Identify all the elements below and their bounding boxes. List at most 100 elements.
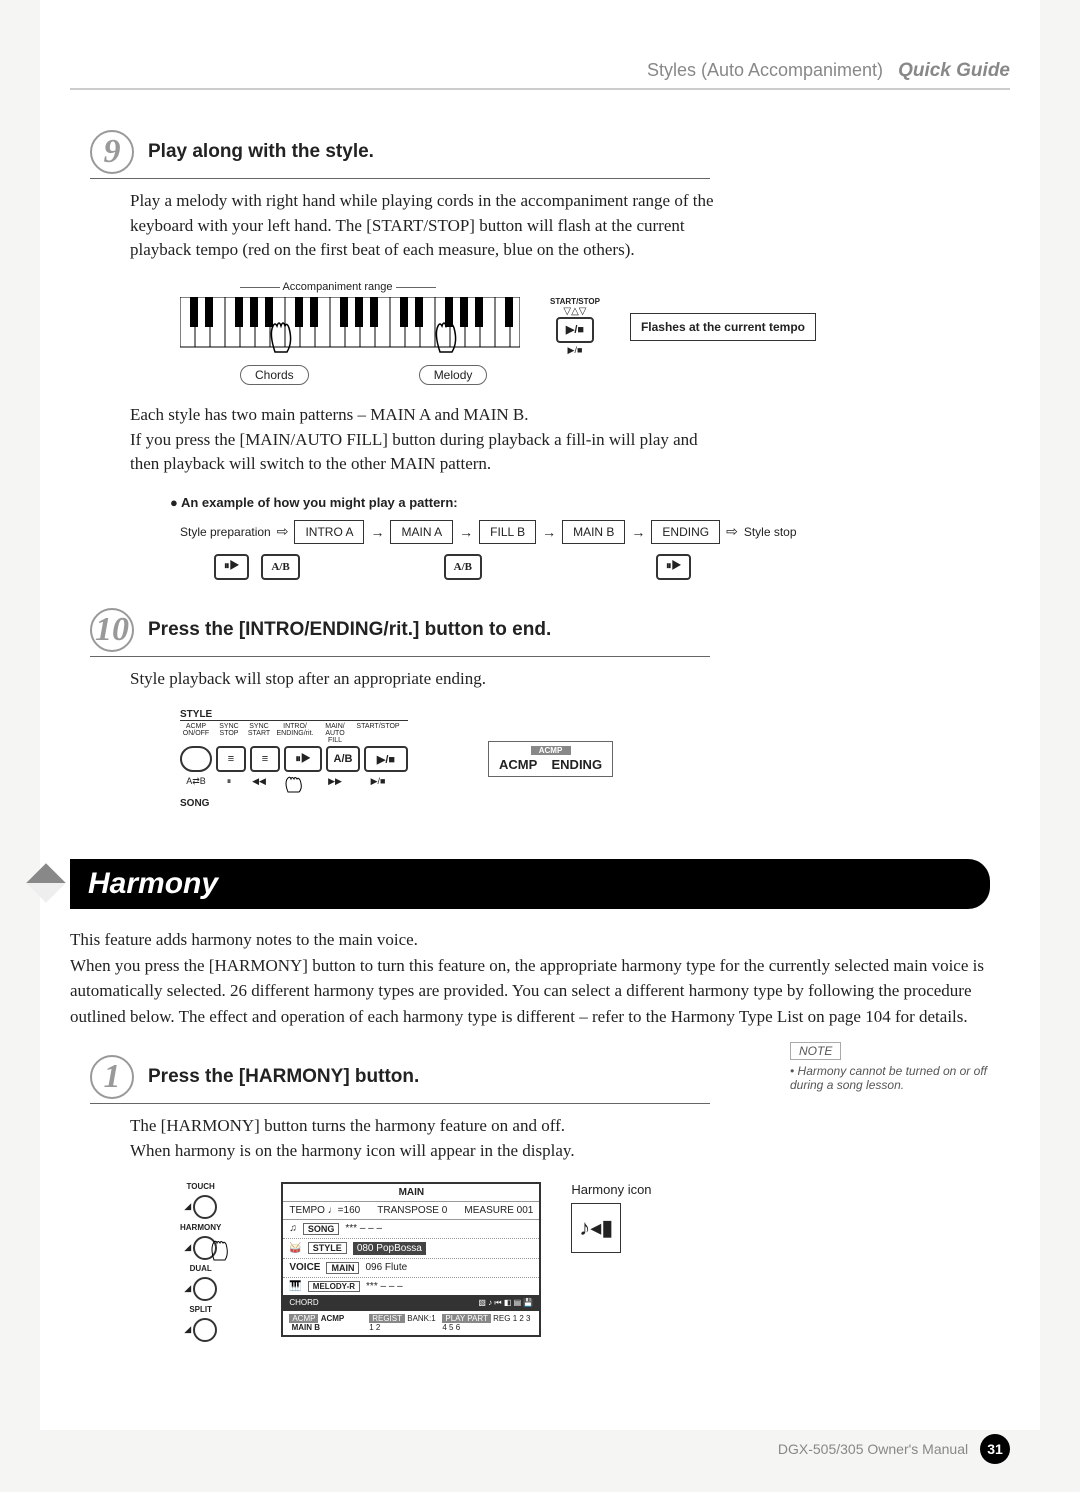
ending-text: ENDING xyxy=(552,757,603,772)
main-autofill-button[interactable]: A/B xyxy=(326,746,360,772)
note-label: NOTE xyxy=(790,1042,841,1060)
page-number: 31 xyxy=(980,1434,1010,1464)
acmp-onoff-button[interactable] xyxy=(180,746,212,772)
lcd-transpose: TRANSPOSE 0 xyxy=(377,1205,447,1216)
main-a-box: MAIN A xyxy=(390,520,453,544)
harmony-button-diagram: TOUCH ◢ HARMONY ◢ DUAL ◢ SPLIT ◢ MAIN TE… xyxy=(180,1182,1010,1342)
lcd-main-label: MAIN xyxy=(283,1184,539,1202)
style-stop-label: Style stop xyxy=(744,525,797,539)
acmp-text: ACMP xyxy=(499,757,537,772)
arepeat-label: A⇄B xyxy=(180,776,212,796)
playpart-badge: PLAY PART xyxy=(442,1314,491,1323)
lcd-style-value: 080 PopBossa xyxy=(353,1242,426,1255)
harmony-body-text: This feature adds harmony notes to the m… xyxy=(70,927,990,1029)
ab-button-row: ⏸▶ A/B A/B ⏸▶ xyxy=(214,554,1010,580)
regist-badge: REGIST xyxy=(369,1314,405,1323)
knob-label-harmony: HARMONY xyxy=(180,1223,221,1232)
step-10-heading: 10 Press the [INTRO/ENDING/rit.] button … xyxy=(90,608,710,657)
intro-ending-button[interactable]: ⏸▶ xyxy=(284,746,322,772)
arrow-icon: → xyxy=(631,524,645,540)
lcd-main-value: 096 Flute xyxy=(365,1262,407,1273)
step-1-paragraph-2: When harmony is on the harmony icon will… xyxy=(130,1139,730,1164)
dual-knob[interactable] xyxy=(193,1277,217,1301)
knob-label-dual: DUAL xyxy=(190,1264,212,1273)
pattern-example-heading: ● An example of how you might play a pat… xyxy=(170,495,1010,510)
step-9-paragraph-1: Play a melody with right hand while play… xyxy=(130,189,730,263)
melody-label: Melody xyxy=(419,365,488,385)
arrow-icon: → xyxy=(459,524,473,540)
diamond-icon xyxy=(26,864,66,904)
acmp-header-badge: ACMP xyxy=(531,746,571,755)
sync-icon-button[interactable]: ⏸▶ xyxy=(214,554,249,580)
lcd-mainb: MAIN B xyxy=(292,1323,320,1332)
start-stop-button[interactable]: ▶/■ xyxy=(556,317,594,343)
ab-button[interactable]: A/B xyxy=(261,554,299,580)
page-header: Styles (Auto Accompaniment) Quick Guide xyxy=(70,60,1010,90)
finger-pointer-icon xyxy=(208,1240,234,1262)
rew-icon: ◀◀ xyxy=(246,776,272,796)
step-9-paragraph-2: Each style has two main patterns – MAIN … xyxy=(130,403,730,428)
chords-label: Chords xyxy=(240,365,309,385)
step-1-heading: 1 Press the [HARMONY] button. xyxy=(90,1055,710,1104)
panel-btn-label: ACMP ON/OFF xyxy=(180,723,212,744)
arrow-icon: → xyxy=(370,524,384,540)
lcd-main-lbl: MAIN xyxy=(326,1262,359,1274)
play-stop-icon: ▶/■ xyxy=(356,776,400,796)
style-panel-diagram: STYLE ACMP ON/OFF SYNC STOP SYNC START I… xyxy=(180,709,1010,809)
split-knob[interactable] xyxy=(193,1318,217,1342)
step-9-title: Play along with the style. xyxy=(148,141,374,163)
harmony-icon-label: Harmony icon xyxy=(571,1182,651,1197)
step-10-title: Press the [INTRO/ENDING/rit.] button to … xyxy=(148,619,551,641)
arrow-icon: → xyxy=(542,524,556,540)
lcd-voice-label: VOICE xyxy=(289,1262,320,1273)
piano-icon: 🎹 xyxy=(289,1281,301,1292)
ending-box: ENDING xyxy=(651,520,720,544)
start-stop-small-label: START/STOP xyxy=(550,297,600,306)
song-label: SONG xyxy=(180,798,408,809)
knob-label-split: SPLIT xyxy=(189,1305,212,1314)
panel-btn-label: MAIN/ AUTO FILL xyxy=(318,723,352,744)
sync-icon-button[interactable]: ⏸▶ xyxy=(656,554,691,580)
pattern-flow: Style preparation ⇨ INTRO A → MAIN A → F… xyxy=(180,520,1010,544)
step-1-paragraph-1: The [HARMONY] button turns the harmony f… xyxy=(130,1114,730,1139)
ab-button[interactable]: A/B xyxy=(444,554,482,580)
accompaniment-range-label: Accompaniment range xyxy=(282,281,392,293)
lcd-style-label: STYLE xyxy=(308,1242,347,1254)
harmony-icon: ♪◂▮ xyxy=(571,1203,621,1253)
style-label: STYLE xyxy=(180,709,408,720)
lcd-song-value: *** – – – xyxy=(345,1223,382,1234)
harmony-section-bar: Harmony xyxy=(70,859,990,909)
intro-a-box: INTRO A xyxy=(294,520,364,544)
sync-stop-button[interactable]: ≡ xyxy=(216,746,246,772)
note-icon: ♫ xyxy=(289,1223,297,1234)
lcd-chord-label: CHORD xyxy=(289,1298,318,1307)
lcd-measure: MEASURE 001 xyxy=(464,1205,533,1216)
harmony-title: Harmony xyxy=(88,867,218,900)
lcd-melodyr-value: *** – – – xyxy=(366,1281,403,1292)
page-footer: DGX-505/305 Owner's Manual 31 xyxy=(778,1434,1010,1464)
keyboard-icon xyxy=(180,297,520,357)
arrow-icon: ⇨ xyxy=(726,523,738,540)
touch-knob[interactable] xyxy=(193,1195,217,1219)
note-text: • Harmony cannot be turned on or off dur… xyxy=(790,1064,1010,1092)
drum-icon: 🥁 xyxy=(289,1243,301,1254)
fill-b-box: FILL B xyxy=(479,520,536,544)
finger-pointer-icon xyxy=(280,776,310,794)
display-acmp-ending: ACMP ACMP ENDING xyxy=(488,741,613,777)
sync-start-button[interactable]: ≡ xyxy=(250,746,280,772)
lcd-melodyr-label: MELODY-R xyxy=(308,1281,360,1292)
panel-btn-label: SYNC STOP xyxy=(216,723,242,744)
play-stop-sub-icon: ▶/■ xyxy=(550,345,600,356)
keyboard-diagram: Accompaniment range xyxy=(180,281,1010,385)
pause-icon: ⏸ xyxy=(216,776,242,796)
main-b-box: MAIN B xyxy=(562,520,625,544)
panel-btn-label: INTRO/ ENDING/rit. xyxy=(276,723,314,744)
step-number-9: 9 xyxy=(90,130,134,174)
lcd-display: MAIN TEMPO ♩=160 TRANSPOSE 0 MEASURE 001… xyxy=(281,1182,541,1337)
ff-icon: ▶▶ xyxy=(318,776,352,796)
knob-label-touch: TOUCH xyxy=(187,1182,215,1191)
style-preparation-label: Style preparation xyxy=(180,525,271,539)
start-stop-button[interactable]: ▶/■ xyxy=(364,746,408,772)
arrow-icon: ⇨ xyxy=(277,523,289,540)
lcd-acmp: ACMP xyxy=(321,1314,345,1323)
